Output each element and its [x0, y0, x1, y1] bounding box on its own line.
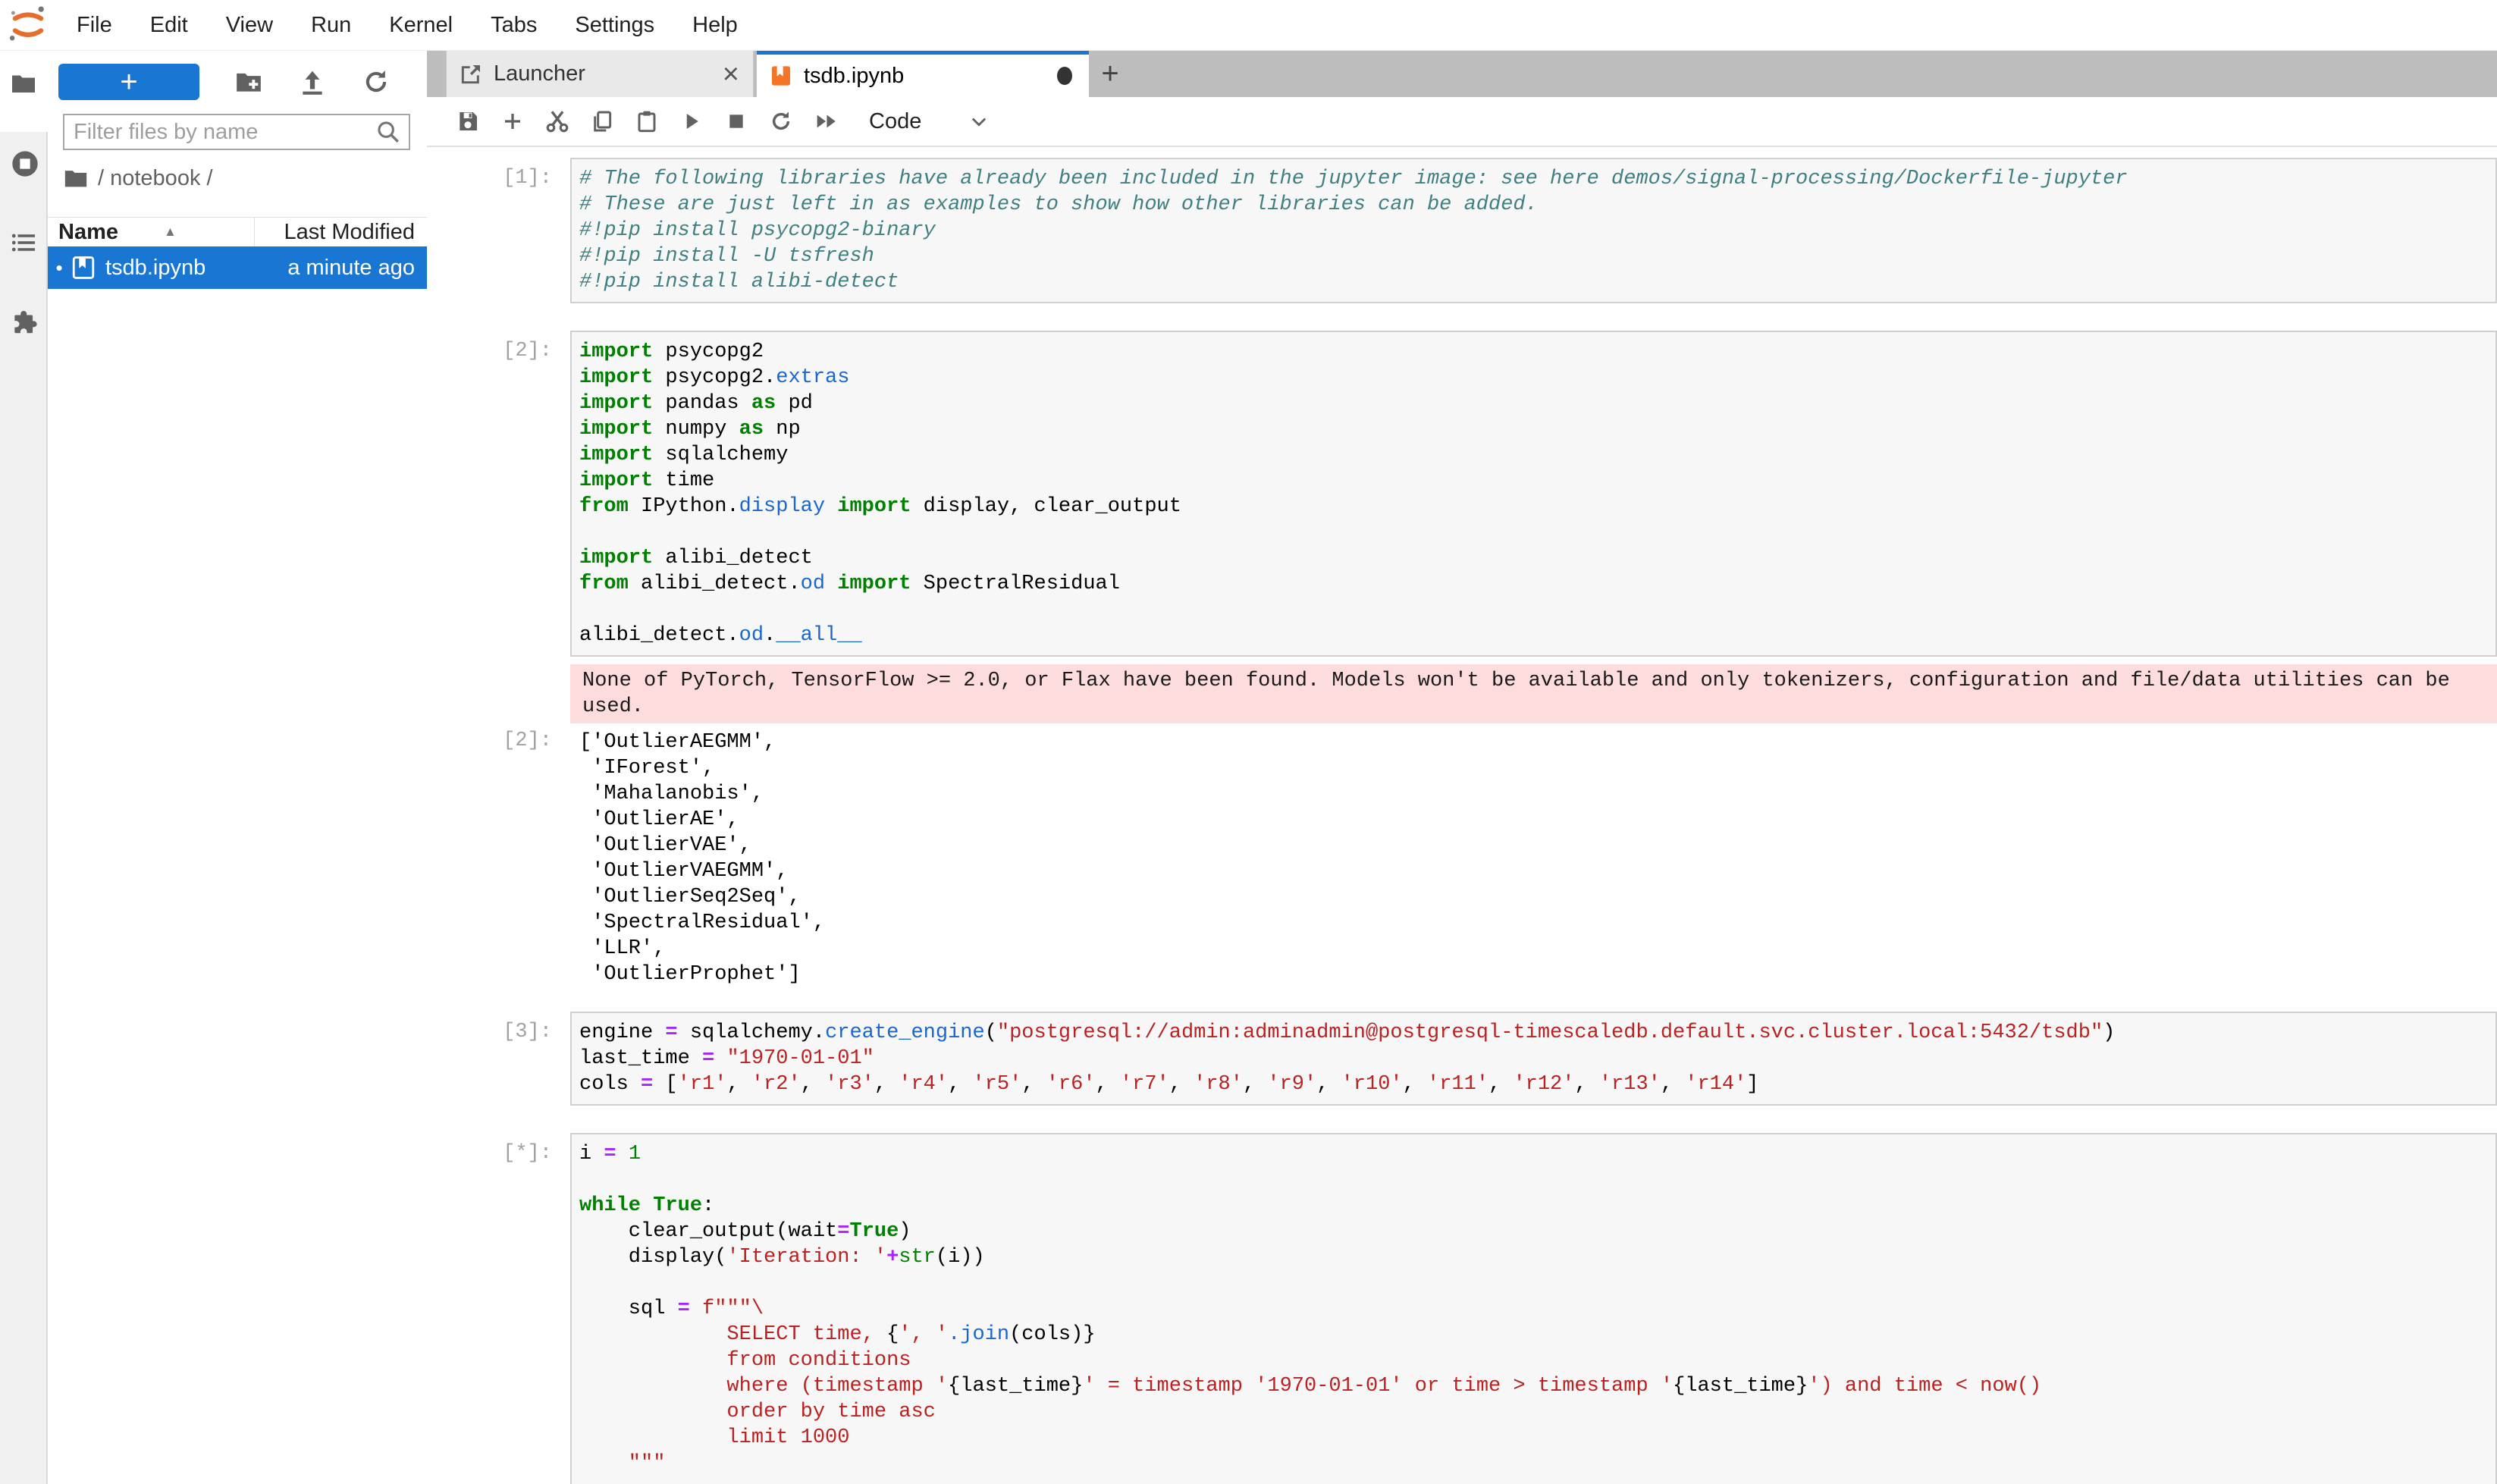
refresh-icon[interactable] [362, 67, 391, 96]
extensions-icon[interactable] [10, 308, 39, 337]
stderr-output: None of PyTorch, TensorFlow >= 2.0, or F… [570, 664, 2497, 723]
menu-edit[interactable]: Edit [131, 0, 207, 50]
jupyter-logo-icon [8, 5, 49, 45]
menu-help[interactable]: Help [673, 0, 757, 50]
filter-files-input[interactable] [64, 120, 375, 145]
cell-editor[interactable]: engine = sqlalchemy.create_engine("postg… [570, 1012, 2497, 1106]
file-open-indicator: • [48, 256, 71, 280]
copy-icon [590, 109, 614, 133]
folder-icon[interactable] [10, 70, 37, 97]
filter-files-box [63, 114, 410, 150]
new-tab-button[interactable]: + [1089, 50, 1131, 97]
tab-tsdb-ipynb[interactable]: tsdb.ipynb [757, 50, 1089, 97]
cell-type-select[interactable]: Code [869, 109, 990, 134]
output-text: ['OutlierAEGMM', 'IForest', 'Mahalanobis… [570, 729, 825, 987]
new-folder-icon[interactable] [234, 67, 263, 96]
breadcrumb-path: / notebook / [98, 166, 213, 191]
save-icon [456, 109, 480, 133]
stop-icon [726, 111, 746, 131]
code-cell-3: [3]: engine = sqlalchemy.create_engine("… [427, 1012, 2497, 1106]
file-browser-panel: + / not [48, 50, 427, 1484]
tab-launcher[interactable]: Launcher × [446, 50, 754, 97]
paste-icon [635, 109, 659, 133]
cell-output: [2]: ['OutlierAEGMM', 'IForest', 'Mahala… [427, 729, 2497, 987]
new-launcher-button[interactable]: + [58, 64, 199, 100]
notebook-icon [769, 64, 793, 88]
file-browser-toolbar: + [48, 62, 427, 102]
cut-cells-button[interactable] [535, 102, 579, 140]
run-cell-button[interactable] [669, 102, 714, 140]
menu-tabs[interactable]: Tabs [472, 0, 556, 50]
copy-cells-button[interactable] [579, 102, 624, 140]
execution-count: [2]: [427, 331, 570, 657]
column-header-name[interactable]: Name ▲ [48, 218, 255, 246]
upload-icon[interactable] [298, 67, 327, 96]
tab-label: tsdb.ipynb [804, 64, 1057, 89]
menu-bar: File Edit View Run Kernel Tabs Settings … [0, 0, 2497, 51]
running-sessions-icon[interactable] [10, 149, 40, 179]
cell-editor[interactable]: i = 1 while True: clear_output(wait=True… [570, 1133, 2497, 1484]
insert-cell-button[interactable] [490, 102, 535, 140]
code-cell-4-running: [*]: i = 1 while True: clear_output(wait… [427, 1133, 2497, 1484]
restart-icon [769, 109, 793, 133]
file-name: tsdb.ipynb [105, 256, 287, 281]
menu-view[interactable]: View [207, 0, 292, 50]
cell-editor[interactable]: import psycopg2import psycopg2.extrasimp… [570, 331, 2497, 657]
breadcrumb[interactable]: / notebook / [63, 165, 213, 191]
cut-icon [544, 108, 570, 134]
notebook-icon [71, 255, 96, 281]
sort-ascending-icon: ▲ [164, 224, 177, 240]
jupyterlab-window: File Edit View Run Kernel Tabs Settings … [0, 0, 2497, 1484]
menu-run[interactable]: Run [292, 0, 370, 50]
dock-tab-bar: Launcher × tsdb.ipynb + [427, 50, 2497, 97]
code-cell-1: [1]: # The following libraries have alre… [427, 158, 2497, 303]
fast-forward-icon [813, 108, 839, 134]
file-last-modified: a minute ago [287, 256, 427, 281]
notebook-content: [1]: # The following libraries have alre… [427, 147, 2497, 1484]
execution-count: [3]: [427, 1012, 570, 1106]
menu-file[interactable]: File [58, 0, 131, 50]
cell-type-value: Code [869, 109, 921, 134]
tab-label: Launcher [494, 61, 709, 86]
main-dock-panel: Launcher × tsdb.ipynb + [427, 50, 2497, 1484]
run-icon [680, 110, 703, 133]
close-icon[interactable]: × [709, 60, 753, 89]
output-prompt: [2]: [427, 729, 570, 987]
search-icon [375, 119, 401, 145]
execution-count: [1]: [427, 158, 570, 303]
execution-count: [*]: [427, 1133, 570, 1484]
chevron-down-icon [968, 111, 990, 132]
activity-bar [0, 50, 48, 1484]
paste-cells-button[interactable] [624, 102, 669, 140]
menu-settings[interactable]: Settings [556, 0, 673, 50]
notebook-toolbar: Code [427, 97, 2497, 147]
file-row-tsdb-ipynb[interactable]: • tsdb.ipynb a minute ago [48, 246, 427, 289]
cell-editor[interactable]: # The following libraries have already b… [570, 158, 2497, 303]
interrupt-kernel-button[interactable] [714, 102, 758, 140]
restart-run-all-button[interactable] [803, 102, 848, 140]
code-cell-2: [2]: import psycopg2import psycopg2.extr… [427, 331, 2497, 657]
save-button[interactable] [445, 102, 490, 140]
restart-kernel-button[interactable] [758, 102, 803, 140]
menu-kernel[interactable]: Kernel [370, 0, 472, 50]
folder-icon [63, 165, 89, 191]
file-list-header: Name ▲ Last Modified [48, 217, 427, 247]
unsaved-changes-indicator [1057, 67, 1072, 85]
add-icon [501, 110, 524, 133]
table-of-contents-icon[interactable] [10, 229, 37, 256]
column-header-last-modified[interactable]: Last Modified [255, 220, 427, 245]
launcher-icon [459, 62, 483, 86]
